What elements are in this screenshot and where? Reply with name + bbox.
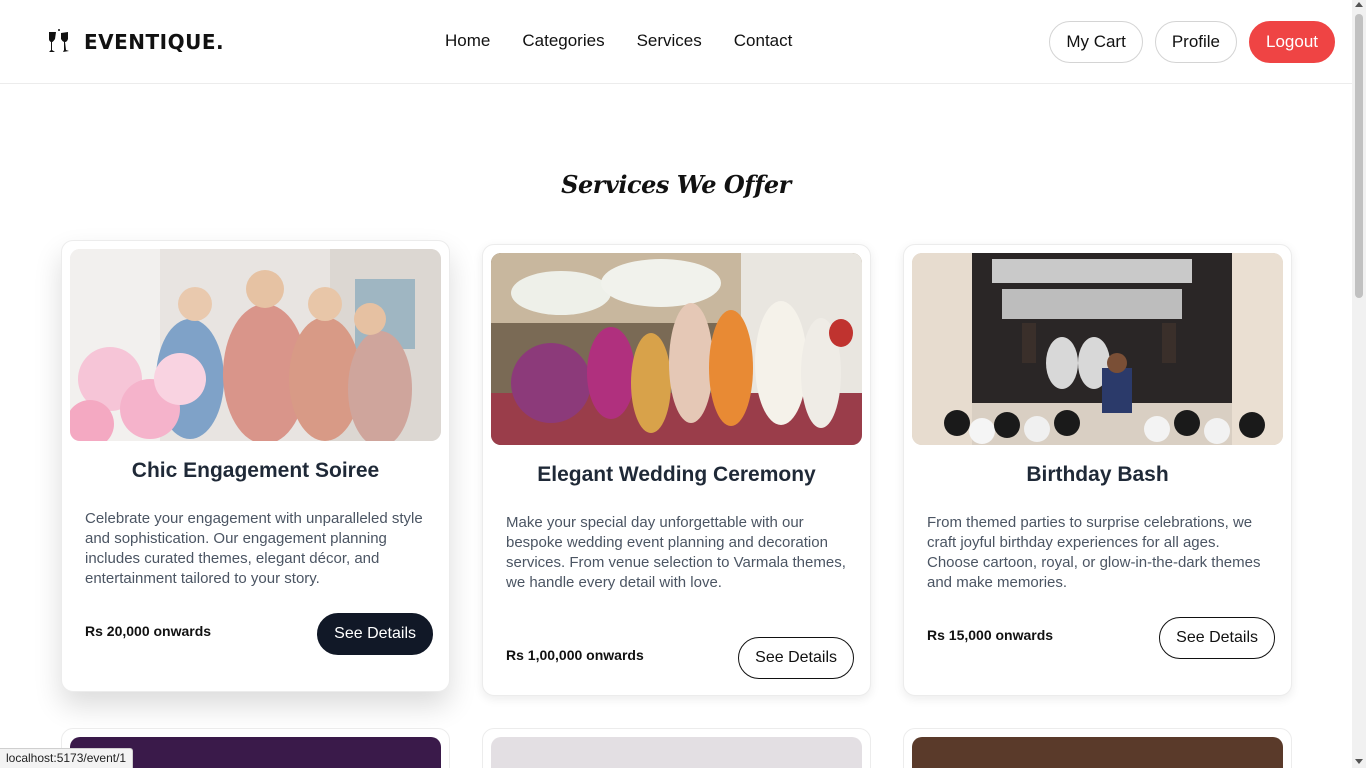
- scroll-up-icon[interactable]: [1355, 2, 1363, 7]
- service-card-engagement: Chic Engagement Soiree Celebrate your en…: [61, 240, 450, 692]
- service-card-wedding: Elegant Wedding Ceremony Make your speci…: [482, 244, 871, 696]
- card-description: Make your special day unforgettable with…: [506, 514, 846, 591]
- site-header: EVENTIQUE. Home Categories Services Cont…: [0, 0, 1352, 84]
- champagne-glasses-icon: [49, 29, 69, 52]
- nav-contact[interactable]: Contact: [734, 31, 793, 51]
- card-price: Rs 15,000 onwards: [927, 627, 1054, 643]
- card-price: Rs 20,000 onwards: [85, 623, 212, 639]
- card-description: Celebrate your engagement with unparalle…: [85, 510, 423, 587]
- nav-services[interactable]: Services: [637, 31, 702, 51]
- birthday-photo: [912, 253, 1283, 445]
- nav-categories[interactable]: Categories: [522, 31, 604, 51]
- section-title: Services We Offer: [561, 170, 791, 199]
- see-details-button[interactable]: See Details: [317, 613, 433, 655]
- nav-home[interactable]: Home: [445, 31, 490, 51]
- main-nav: Home Categories Services Contact: [445, 31, 792, 51]
- page: EVENTIQUE. Home Categories Services Cont…: [0, 0, 1352, 768]
- card-title: Birthday Bash: [1026, 463, 1169, 486]
- card-price: Rs 1,00,000 onwards: [506, 647, 644, 663]
- my-cart-button[interactable]: My Cart: [1049, 21, 1143, 63]
- see-details-button[interactable]: See Details: [738, 637, 854, 679]
- wedding-photo: [491, 253, 862, 445]
- service-card-peek: [903, 728, 1292, 768]
- scroll-thumb[interactable]: [1355, 14, 1363, 298]
- card-photo: [912, 737, 1283, 768]
- card-description: From themed parties to surprise celebrat…: [927, 514, 1261, 591]
- card-photo: [491, 737, 862, 768]
- see-details-button[interactable]: See Details: [1159, 617, 1275, 659]
- service-card-peek: [482, 728, 871, 768]
- brand-name: EVENTIQUE.: [84, 30, 225, 54]
- header-actions: My Cart Profile Logout: [1049, 21, 1335, 63]
- brand-logo[interactable]: EVENTIQUE.: [46, 28, 224, 56]
- card-title: Chic Engagement Soiree: [131, 459, 380, 482]
- logout-button[interactable]: Logout: [1249, 21, 1335, 63]
- scroll-down-icon[interactable]: [1355, 759, 1363, 764]
- vertical-scrollbar[interactable]: [1352, 0, 1366, 768]
- profile-button[interactable]: Profile: [1154, 21, 1237, 63]
- service-card-birthday: Birthday Bash From themed parties to sur…: [903, 244, 1292, 696]
- engagement-photo: [70, 249, 441, 441]
- card-title: Elegant Wedding Ceremony: [537, 463, 816, 486]
- link-preview-status: localhost:5173/event/1: [0, 748, 134, 768]
